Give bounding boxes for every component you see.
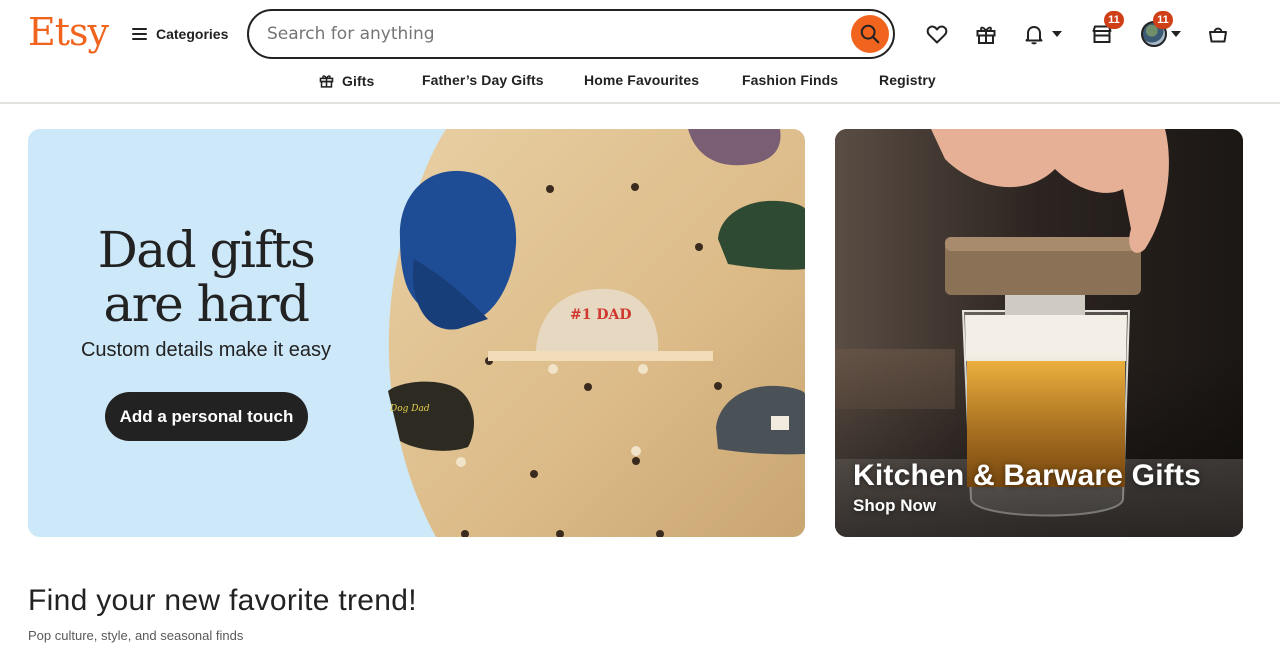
- search-bar: [247, 9, 895, 59]
- hero-text: Dad gifts are hard Custom details make i…: [28, 223, 384, 362]
- gift-icon: [319, 75, 334, 88]
- bell-icon: [1025, 26, 1043, 45]
- search-input[interactable]: [267, 22, 837, 46]
- promo-card-kitchen-barware[interactable]: Kitchen & Barware Gifts Shop Now: [835, 129, 1243, 537]
- nav-item-label: Home Favourites: [584, 72, 700, 88]
- category-nav: Gifts Father’s Day Gifts Home Favourites…: [0, 66, 1280, 96]
- account-button[interactable]: 11: [1136, 11, 1186, 54]
- favorites-button[interactable]: [917, 14, 957, 54]
- hero-banner[interactable]: #1 DAD Dog Dad Dad gifts are hard Custom…: [28, 129, 805, 537]
- nav-item-label: Gifts: [342, 72, 375, 89]
- gift-icon: [976, 26, 996, 44]
- cap-text: Dog Dad: [389, 404, 430, 414]
- section-title: Find your new favorite trend!: [28, 584, 417, 617]
- cap-text: #1 DAD: [570, 307, 632, 323]
- search-button[interactable]: [851, 15, 889, 53]
- promo-title: Kitchen & Barware Gifts: [853, 459, 1202, 492]
- nav-item-registry[interactable]: Registry: [879, 72, 936, 88]
- heart-icon: [926, 25, 948, 44]
- shop-badge: 11: [1104, 11, 1124, 29]
- nav-item-fathers-day-gifts[interactable]: Father’s Day Gifts: [422, 72, 544, 88]
- notifications-button[interactable]: [1016, 14, 1068, 54]
- categories-label: Categories: [156, 26, 229, 42]
- cart-button[interactable]: [1198, 14, 1238, 54]
- nav-item-gifts[interactable]: Gifts: [318, 72, 374, 89]
- hero-subtitle: Custom details make it easy: [80, 339, 332, 361]
- shop-manager-button[interactable]: 11: [1082, 11, 1124, 54]
- add-personal-touch-button[interactable]: Add a personal touch: [105, 392, 308, 441]
- nav-item-home-favourites[interactable]: Home Favourites: [584, 72, 699, 88]
- hero-title: Dad gifts are hard: [28, 223, 384, 331]
- menu-icon: [132, 28, 147, 40]
- chevron-down-icon: [1052, 31, 1062, 37]
- chevron-down-icon: [1171, 31, 1181, 37]
- nav-item-label: Fashion Finds: [742, 72, 839, 88]
- nav-item-label: Registry: [879, 72, 936, 88]
- etsy-logo[interactable]: Etsy: [28, 10, 109, 54]
- gift-mode-button[interactable]: [966, 14, 1006, 54]
- nav-item-fashion-finds[interactable]: Fashion Finds: [742, 72, 838, 88]
- account-badge: 11: [1153, 11, 1173, 29]
- site-header: Etsy Categories Search for anything 11 1…: [0, 0, 1280, 104]
- section-subtitle: Pop culture, style, and seasonal finds: [28, 628, 244, 643]
- cart-icon: [1209, 27, 1227, 43]
- categories-button[interactable]: Categories: [132, 22, 228, 46]
- hero-title-line: Dad gifts: [97, 221, 316, 279]
- nav-item-label: Father’s Day Gifts: [422, 72, 544, 88]
- search-icon: [860, 24, 880, 44]
- hero-title-line: are hard: [103, 275, 310, 333]
- shop-now-link[interactable]: Shop Now: [853, 496, 936, 516]
